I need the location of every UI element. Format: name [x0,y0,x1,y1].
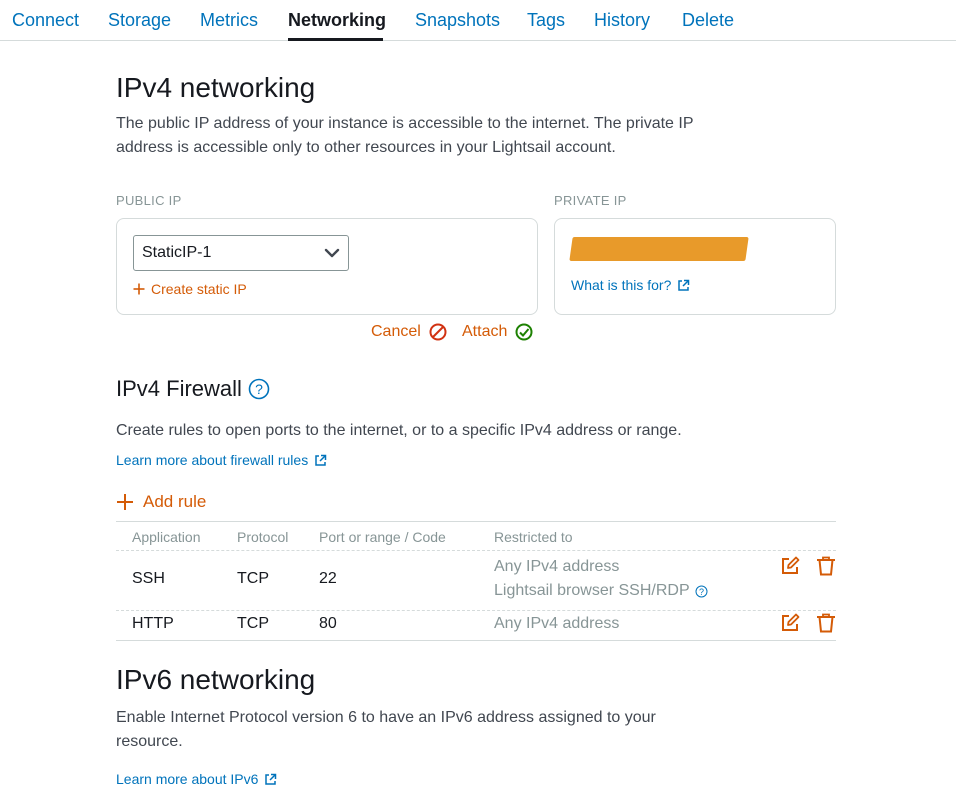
table-divider [116,610,836,611]
table-bottom-border [116,640,836,641]
cell-application: HTTP [132,615,174,632]
column-header-port: Port or range / Code [319,529,446,545]
static-ip-select[interactable]: StaticIP-1 [133,235,349,271]
ipv6-title: IPv6 networking [116,664,316,695]
external-link-icon [678,279,690,291]
active-tab-indicator [288,38,383,41]
cancel-button[interactable]: Cancel [371,323,447,341]
column-header-application: Application [132,529,201,545]
private-ip-label: PRIVATE IP [554,193,627,208]
public-ip-label: PUBLIC IP [116,193,182,208]
static-ip-select-value: StaticIP-1 [142,244,212,261]
svg-text:?: ? [699,587,704,597]
cell-port: 22 [319,570,337,587]
attach-button[interactable]: Attach [462,323,533,341]
firewall-learn-more-label: Learn more about firewall rules [116,452,309,468]
firewall-learn-more-link[interactable]: Learn more about firewall rules [116,452,327,468]
tab-delete[interactable]: Delete [682,10,734,31]
cell-restricted-secondary-label: Lightsail browser SSH/RDP [494,582,690,599]
external-link-icon [315,454,327,466]
firewall-description: Create rules to open ports to the intern… [116,422,682,439]
create-static-ip-link[interactable]: Create static IP [133,281,247,297]
help-icon[interactable]: ? [695,585,708,598]
cell-application: SSH [132,570,165,587]
checkmark-circle-icon [515,323,533,341]
add-rule-button[interactable]: Add rule [116,492,206,512]
create-static-ip-label: Create static IP [151,281,247,297]
cell-protocol: TCP [237,570,269,587]
column-header-restricted: Restricted to [494,529,573,545]
column-header-protocol: Protocol [237,529,289,545]
cancel-label: Cancel [371,323,421,340]
what-is-this-label: What is this for? [571,277,672,293]
tab-snapshots[interactable]: Snapshots [415,10,500,31]
tab-tags[interactable]: Tags [527,10,565,31]
redacted-private-ip [569,237,749,261]
trash-icon[interactable] [816,556,836,576]
trash-icon[interactable] [816,613,836,633]
help-icon[interactable]: ? [248,378,270,400]
tab-networking[interactable]: Networking [288,10,386,31]
tab-storage[interactable]: Storage [108,10,171,31]
cancel-icon [429,323,447,341]
cell-restricted-secondary: Lightsail browser SSH/RDP ? [494,582,708,600]
tab-history[interactable]: History [594,10,650,31]
public-ip-card: StaticIP-1 Create static IP [116,218,538,315]
tab-bar: Connect Storage Metrics Networking Snaps… [0,0,956,41]
svg-text:?: ? [255,381,263,397]
edit-icon[interactable] [780,556,800,576]
cell-protocol: TCP [237,615,269,632]
firewall-header: IPv4 Firewall ? [116,376,270,402]
tab-metrics[interactable]: Metrics [200,10,258,31]
cell-port: 80 [319,615,337,632]
edit-icon[interactable] [780,613,800,633]
table-divider [116,550,836,551]
tab-connect[interactable]: Connect [12,10,79,31]
ipv6-description: Enable Internet Protocol version 6 to ha… [116,709,656,750]
plus-icon [117,494,133,510]
ipv4-title: IPv4 networking [116,72,316,103]
what-is-this-link[interactable]: What is this for? [571,277,690,293]
cell-restricted: Any IPv4 address [494,558,620,575]
ipv6-learn-more-label: Learn more about IPv6 [116,771,259,787]
cell-restricted: Any IPv4 address [494,615,620,632]
private-ip-card: What is this for? [554,218,836,315]
external-link-icon [265,773,277,785]
ipv4-description: The public IP address of your instance i… [116,115,694,156]
add-rule-label: Add rule [143,492,207,511]
table-top-border [116,521,836,522]
attach-label: Attach [462,323,508,340]
chevron-down-icon [324,248,340,258]
firewall-rules-table: Application Protocol Port or range / Cod… [116,521,836,641]
plus-icon [133,283,145,295]
ipv6-learn-more-link[interactable]: Learn more about IPv6 [116,771,277,787]
firewall-title: IPv4 Firewall [116,376,242,401]
